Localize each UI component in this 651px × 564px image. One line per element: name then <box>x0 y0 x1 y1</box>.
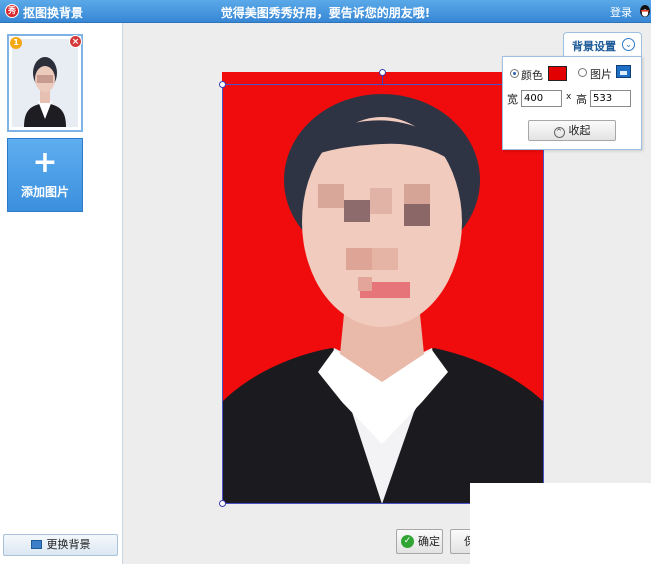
resize-handle-top-left[interactable] <box>219 81 226 88</box>
rotation-line <box>382 76 383 85</box>
thumbnail-preview <box>12 39 78 127</box>
blank-overlay <box>470 483 651 564</box>
picture-picker-icon[interactable] <box>616 65 631 78</box>
background-settings-tab[interactable]: 背景设置 ⌄ <box>563 32 642 57</box>
confirm-button[interactable]: ✓ 确定 <box>396 529 443 554</box>
chevron-up-icon: ^ <box>553 127 565 138</box>
picture-label: 图片 <box>590 68 612 81</box>
color-radio[interactable] <box>510 69 519 78</box>
thumbnail-portrait-image <box>12 39 78 127</box>
login-link[interactable]: 登录 <box>610 4 632 20</box>
height-input[interactable] <box>590 90 631 107</box>
title-bar: 秀 抠图换背景 觉得美图秀秀好用，要告诉您的朋友哦! 登录 <box>0 0 651 23</box>
confirm-label: 确定 <box>418 535 440 548</box>
change-background-button[interactable]: 更换背景 <box>3 534 118 556</box>
photo-canvas[interactable] <box>222 72 544 504</box>
checkmark-icon: ✓ <box>401 535 414 548</box>
add-image-button[interactable]: + 添加图片 <box>7 138 83 212</box>
plus-icon: + <box>32 145 58 180</box>
rotate-handle[interactable] <box>379 69 386 76</box>
image-icon <box>30 540 42 549</box>
window-title: 抠图换背景 <box>23 6 84 20</box>
color-swatch[interactable] <box>548 66 567 81</box>
portrait-image <box>222 72 544 504</box>
thumbnail-index-badge: 1 <box>10 37 22 49</box>
width-label: 宽 <box>507 93 518 106</box>
image-thumbnail[interactable]: 1 × <box>7 34 83 132</box>
height-label: 高 <box>576 93 587 106</box>
width-input[interactable] <box>521 90 562 107</box>
add-image-label: 添加图片 <box>20 185 69 199</box>
collapse-button[interactable]: ^ 收起 <box>528 120 616 141</box>
chevron-down-icon: ⌄ <box>622 38 635 51</box>
left-sidebar: 1 × + 添加图片 更换背景 <box>0 23 123 564</box>
times-sign: x <box>566 92 572 102</box>
background-settings-label: 背景设置 <box>572 40 616 53</box>
picture-radio[interactable] <box>578 68 587 77</box>
promo-text: 觉得美图秀秀好用，要告诉您的朋友哦! <box>220 6 431 20</box>
change-background-label: 更换背景 <box>46 538 91 551</box>
app-logo-icon: 秀 <box>5 4 19 18</box>
color-label: 颜色 <box>521 69 543 82</box>
collapse-label: 收起 <box>568 124 591 137</box>
resize-handle-bottom-left[interactable] <box>219 500 226 507</box>
qq-penguin-icon[interactable] <box>639 4 651 18</box>
remove-image-icon[interactable]: × <box>69 35 82 48</box>
